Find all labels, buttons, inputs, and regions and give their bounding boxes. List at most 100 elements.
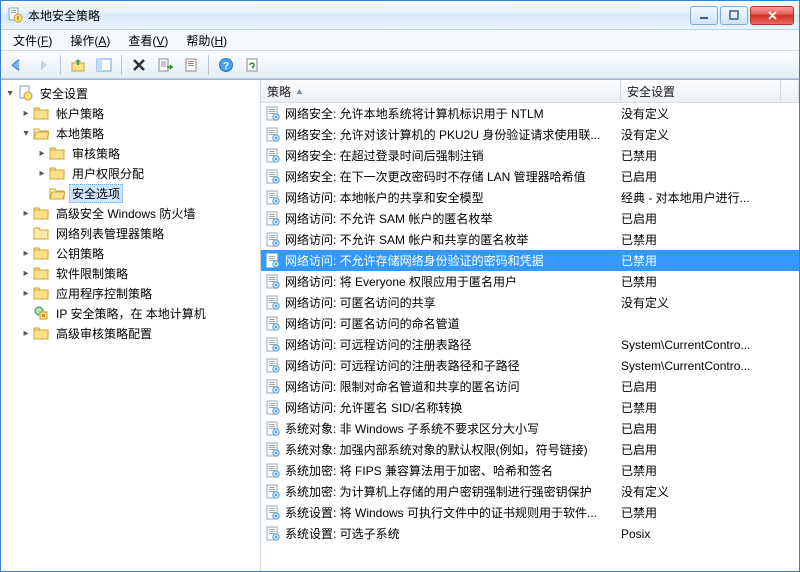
tree-expander[interactable]: ▸ <box>19 248 33 259</box>
tree-pane[interactable]: ▾安全设置▸帐户策略▾本地策略▸审核策略▸用户权限分配安全选项▸高级安全 Win… <box>1 80 261 571</box>
tree-expander[interactable]: ▸ <box>19 208 33 219</box>
tree-label: 审核策略 <box>69 145 123 162</box>
policy-name-cell: 网络访问: 本地帐户的共享和安全模型 <box>265 189 621 206</box>
help-button[interactable]: ? <box>214 53 238 77</box>
back-button[interactable] <box>5 53 29 77</box>
close-button[interactable] <box>750 6 794 25</box>
menu-help[interactable]: 帮助(H) <box>178 30 235 51</box>
policy-setting-cell: 已禁用 <box>621 147 799 164</box>
list-body[interactable]: 网络安全: 允许本地系统将计算机标识用于 NTLM没有定义网络安全: 允许对该计… <box>261 103 799 571</box>
forward-button[interactable] <box>31 53 55 77</box>
tree-expander[interactable]: ▾ <box>3 88 17 99</box>
tree-item-local[interactable]: ▾本地策略 <box>19 123 260 143</box>
help-icon: ? <box>218 57 234 73</box>
tree-item-user_rights[interactable]: ▸用户权限分配 <box>35 163 260 183</box>
tree-item-ipsec[interactable]: IP 安全策略，在 本地计算机 <box>19 303 260 323</box>
policy-name-cell: 网络安全: 允许对该计算机的 PKU2U 身份验证请求使用联... <box>265 126 621 143</box>
minimize-button[interactable] <box>690 6 718 25</box>
tree-root-node[interactable]: ▾ 安全设置 <box>3 83 260 103</box>
export-list-button[interactable] <box>153 53 177 77</box>
policy-row[interactable]: 网络访问: 可远程访问的注册表路径和子路径System\CurrentContr… <box>261 355 799 376</box>
policy-row[interactable]: 网络访问: 不允许 SAM 帐户的匿名枚举已启用 <box>261 208 799 229</box>
column-setting[interactable]: 安全设置 <box>621 80 781 102</box>
maximize-button[interactable] <box>720 6 748 25</box>
policy-setting-cell: 已禁用 <box>621 231 799 248</box>
policy-setting-cell: 已禁用 <box>621 504 799 521</box>
policy-row[interactable]: 网络访问: 限制对命名管道和共享的匿名访问已启用 <box>261 376 799 397</box>
policy-setting-cell: System\CurrentContro... <box>621 338 799 352</box>
tree-label: IP 安全策略，在 本地计算机 <box>53 305 209 322</box>
tree-expander[interactable]: ▸ <box>35 168 49 179</box>
export-icon <box>157 57 173 73</box>
policy-row[interactable]: 系统对象: 非 Windows 子系统不要求区分大小写已启用 <box>261 418 799 439</box>
policy-setting-cell: 已禁用 <box>621 252 799 269</box>
policy-row[interactable]: 系统对象: 加强内部系统对象的默认权限(例如，符号链接)已启用 <box>261 439 799 460</box>
menu-action[interactable]: 操作(A) <box>62 30 118 51</box>
tree-label: 帐户策略 <box>53 105 107 122</box>
refresh-button[interactable] <box>240 53 264 77</box>
tree-label: 安全设置 <box>37 85 91 102</box>
column-policy[interactable]: 策略▲ <box>261 80 621 102</box>
tree-item-pubkey[interactable]: ▸公钥策略 <box>19 243 260 263</box>
policy-setting-cell: 没有定义 <box>621 483 799 500</box>
window-title: 本地安全策略 <box>28 7 690 24</box>
toolbar-separator <box>60 55 61 75</box>
policy-row[interactable]: 系统设置: 可选子系统 Posix <box>261 523 799 544</box>
policy-name: 系统设置: 可选子系统 <box>285 525 400 542</box>
refresh-icon <box>244 57 260 73</box>
delete-button[interactable] <box>127 53 151 77</box>
up-level-button[interactable] <box>66 53 90 77</box>
policy-row[interactable]: 网络访问: 允许匿名 SID/名称转换已禁用 <box>261 397 799 418</box>
policy-name-cell: 网络访问: 将 Everyone 权限应用于匿名用户 <box>265 273 621 290</box>
policy-row[interactable]: 网络安全: 在下一次更改密码时不存储 LAN 管理器哈希值已启用 <box>261 166 799 187</box>
content-area: ▾安全设置▸帐户策略▾本地策略▸审核策略▸用户权限分配安全选项▸高级安全 Win… <box>1 79 799 571</box>
policy-row[interactable]: 系统设置: 将 Windows 可执行文件中的证书规则用于软件...已禁用 <box>261 502 799 523</box>
policy-setting-cell: Posix <box>621 527 799 541</box>
tree-item-softrestrict[interactable]: ▸ 软件限制策略 <box>19 263 260 283</box>
tree-label: 高级安全 Windows 防火墙 <box>53 205 198 222</box>
tree-item-sec_options[interactable]: 安全选项 <box>35 183 260 203</box>
policy-row[interactable]: 网络访问: 不允许存储网络身份验证的密码和凭据已禁用 <box>261 250 799 271</box>
policy-name-cell: 网络访问: 可匿名访问的命名管道 <box>265 315 621 332</box>
policy-name: 网络访问: 限制对命名管道和共享的匿名访问 <box>285 378 520 395</box>
policy-row[interactable]: 网络访问: 将 Everyone 权限应用于匿名用户已禁用 <box>261 271 799 292</box>
policy-row[interactable]: 网络安全: 允许本地系统将计算机标识用于 NTLM没有定义 <box>261 103 799 124</box>
policy-row[interactable]: 网络安全: 在超过登录时间后强制注销已禁用 <box>261 145 799 166</box>
tree-expander[interactable]: ▸ <box>19 288 33 299</box>
maximize-icon <box>729 10 739 20</box>
tree-item-audit[interactable]: ▸ 审核策略 <box>35 143 260 163</box>
policy-row[interactable]: 网络访问: 可匿名访问的共享没有定义 <box>261 292 799 313</box>
app-icon <box>7 7 23 23</box>
policy-name: 网络访问: 不允许 SAM 帐户的匿名枚举 <box>285 210 492 227</box>
policy-row[interactable]: 系统加密: 将 FIPS 兼容算法用于加密、哈希和签名已禁用 <box>261 460 799 481</box>
menu-file[interactable]: 文件(F) <box>5 30 60 51</box>
policy-name-cell: 网络访问: 不允许存储网络身份验证的密码和凭据 <box>265 252 621 269</box>
back-arrow-icon <box>9 57 25 73</box>
policy-row[interactable]: 网络访问: 可匿名访问的命名管道 <box>261 313 799 334</box>
tree-expander[interactable]: ▾ <box>19 128 33 139</box>
folder-up-icon <box>70 57 86 73</box>
toggle-tree-button[interactable] <box>92 53 116 77</box>
properties-button[interactable] <box>179 53 203 77</box>
tree-label: 高级审核策略配置 <box>53 325 155 342</box>
close-icon <box>767 10 778 21</box>
tree-item-appctrl[interactable]: ▸应用程序控制策略 <box>19 283 260 303</box>
policy-row[interactable]: 网络访问: 可远程访问的注册表路径System\CurrentContro... <box>261 334 799 355</box>
tree-item-account[interactable]: ▸ 帐户策略 <box>19 103 260 123</box>
tree-expander[interactable]: ▸ <box>19 328 33 339</box>
tree-item-firewall[interactable]: ▸ 高级安全 Windows 防火墙 <box>19 203 260 223</box>
title-bar[interactable]: 本地安全策略 <box>1 1 799 30</box>
toolbar-separator <box>208 55 209 75</box>
policy-row[interactable]: 网络访问: 本地帐户的共享和安全模型经典 - 对本地用户进行... <box>261 187 799 208</box>
policy-row[interactable]: 网络访问: 不允许 SAM 帐户和共享的匿名枚举已禁用 <box>261 229 799 250</box>
tree-item-netlist[interactable]: 网络列表管理器策略 <box>19 223 260 243</box>
tree-label: 软件限制策略 <box>53 265 131 282</box>
policy-row[interactable]: 系统加密: 为计算机上存储的用户密钥强制进行强密钥保护没有定义 <box>261 481 799 502</box>
tree-expander[interactable]: ▸ <box>35 148 49 159</box>
policy-name: 网络访问: 本地帐户的共享和安全模型 <box>285 189 484 206</box>
tree-expander[interactable]: ▸ <box>19 268 33 279</box>
policy-row[interactable]: 网络安全: 允许对该计算机的 PKU2U 身份验证请求使用联...没有定义 <box>261 124 799 145</box>
menu-view[interactable]: 查看(V) <box>120 30 176 51</box>
tree-item-advaudit[interactable]: ▸ 高级审核策略配置 <box>19 323 260 343</box>
tree-expander[interactable]: ▸ <box>19 108 33 119</box>
